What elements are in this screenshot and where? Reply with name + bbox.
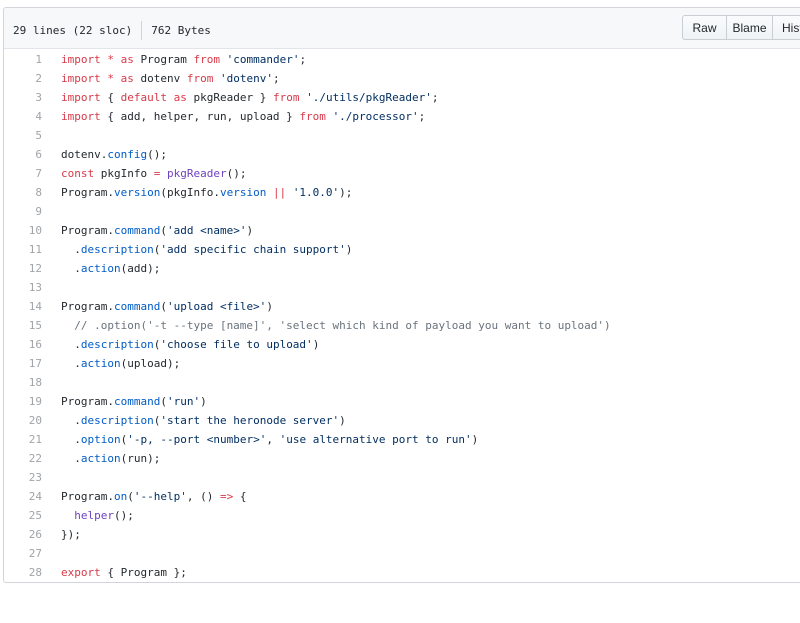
line-number[interactable]: 22: [4, 449, 42, 468]
line-code: import { add, helper, run, upload } from…: [61, 110, 426, 123]
code-line: 21 .option('-p, --port <number>', 'use a…: [4, 430, 800, 449]
code-line: 25 helper();: [4, 506, 800, 525]
line-code: .action(run);: [61, 452, 161, 465]
file-size: 762 Bytes: [151, 24, 211, 37]
code-line: 18: [4, 373, 800, 392]
code-line: 26});: [4, 525, 800, 544]
blame-button[interactable]: Blame: [726, 15, 773, 40]
line-code: const pkgInfo = pkgReader();: [61, 167, 247, 180]
line-code: Program.on('--help', () => {: [61, 490, 247, 503]
line-number[interactable]: 20: [4, 411, 42, 430]
code-line: 14 Program.command('upload <file>'): [4, 297, 800, 316]
line-code: .description('start the heronode server'…: [61, 414, 346, 427]
line-number[interactable]: 13: [4, 278, 42, 297]
code-line: 27: [4, 544, 800, 563]
line-code: .description('add specific chain support…: [61, 243, 353, 256]
code-line: 4 import { add, helper, run, upload } fro…: [4, 107, 800, 126]
line-code: .description('choose file to upload'): [61, 338, 320, 351]
line-code: });: [61, 528, 81, 541]
line-code: .option('-p, --port <number>', 'use alte…: [61, 433, 479, 446]
line-number[interactable]: 26: [4, 525, 42, 544]
line-number[interactable]: 2: [4, 69, 42, 88]
line-code: .action(upload);: [61, 357, 181, 370]
line-number[interactable]: 7: [4, 164, 42, 183]
code-line: 2 import * as dotenv from 'dotenv';: [4, 69, 800, 88]
line-code: // .option('-t --type [name]', 'select w…: [61, 319, 611, 332]
line-number[interactable]: 5: [4, 126, 42, 145]
line-number[interactable]: 11: [4, 240, 42, 259]
line-number[interactable]: 6: [4, 145, 42, 164]
code-line: 19 Program.command('run'): [4, 392, 800, 411]
line-number[interactable]: 27: [4, 544, 42, 563]
file-info-divider: [141, 21, 143, 40]
line-number[interactable]: 16: [4, 335, 42, 354]
line-number[interactable]: 4: [4, 107, 42, 126]
file-header: 29 lines (22 sloc) 762 Bytes Raw Blame H…: [4, 8, 800, 49]
line-number[interactable]: 9: [4, 202, 42, 221]
code-line: 10 Program.command('add <name>'): [4, 221, 800, 240]
code-line: 15 // .option('-t --type [name]', 'selec…: [4, 316, 800, 335]
line-number[interactable]: 23: [4, 468, 42, 487]
file-actions: Raw Blame History: [682, 15, 800, 40]
code-line: 24 Program.on('--help', () => {: [4, 487, 800, 506]
file-info: 29 lines (22 sloc) 762 Bytes: [13, 21, 211, 40]
line-code: export { Program };: [61, 566, 187, 579]
line-number[interactable]: 15: [4, 316, 42, 335]
file-viewer: 29 lines (22 sloc) 762 Bytes Raw Blame H…: [3, 7, 800, 583]
line-number[interactable]: 28: [4, 563, 42, 582]
line-code: Program.command('upload <file>'): [61, 300, 273, 313]
line-number[interactable]: 25: [4, 506, 42, 525]
code-line: 28 export { Program };: [4, 563, 800, 582]
line-number[interactable]: 3: [4, 88, 42, 107]
line-code: dotenv.config();: [61, 148, 167, 161]
code-line: 7 const pkgInfo = pkgReader();: [4, 164, 800, 183]
code-line: 17 .action(upload);: [4, 354, 800, 373]
line-number[interactable]: 12: [4, 259, 42, 278]
line-number[interactable]: 8: [4, 183, 42, 202]
history-button[interactable]: History: [772, 15, 800, 40]
code-line: 8 Program.version(pkgInfo.version || '1.0…: [4, 183, 800, 202]
line-code: import * as Program from 'commander';: [61, 53, 307, 66]
line-number[interactable]: 10: [4, 221, 42, 240]
lines-count: 29 lines (22 sloc): [13, 24, 133, 37]
code-line: 1 import * as Program from 'commander';: [4, 50, 800, 69]
line-code: Program.version(pkgInfo.version || '1.0.…: [61, 186, 353, 199]
line-code: .action(add);: [61, 262, 161, 275]
code-line: 12 .action(add);: [4, 259, 800, 278]
code-line: 22 .action(run);: [4, 449, 800, 468]
line-code: import { default as pkgReader } from './…: [61, 91, 439, 104]
code-line: 16 .description('choose file to upload'): [4, 335, 800, 354]
line-number[interactable]: 18: [4, 373, 42, 392]
line-number[interactable]: 1: [4, 50, 42, 69]
line-code: Program.command('run'): [61, 395, 207, 408]
line-number[interactable]: 17: [4, 354, 42, 373]
line-code: helper();: [74, 509, 134, 522]
raw-button[interactable]: Raw: [682, 15, 727, 40]
code-line: 13: [4, 278, 800, 297]
code-line: 23: [4, 468, 800, 487]
code-line: 20 .description('start the heronode serv…: [4, 411, 800, 430]
code-line: 6 dotenv.config();: [4, 145, 800, 164]
line-code: import * as dotenv from 'dotenv';: [61, 72, 280, 85]
line-number[interactable]: 14: [4, 297, 42, 316]
line-number[interactable]: 24: [4, 487, 42, 506]
code-line: 11 .description('add specific chain supp…: [4, 240, 800, 259]
code-line: 5: [4, 126, 800, 145]
code-line: 3 import { default as pkgReader } from '.…: [4, 88, 800, 107]
line-code: Program.command('add <name>'): [61, 224, 254, 237]
code-line: 9: [4, 202, 800, 221]
line-number[interactable]: 21: [4, 430, 42, 449]
line-number[interactable]: 19: [4, 392, 42, 411]
